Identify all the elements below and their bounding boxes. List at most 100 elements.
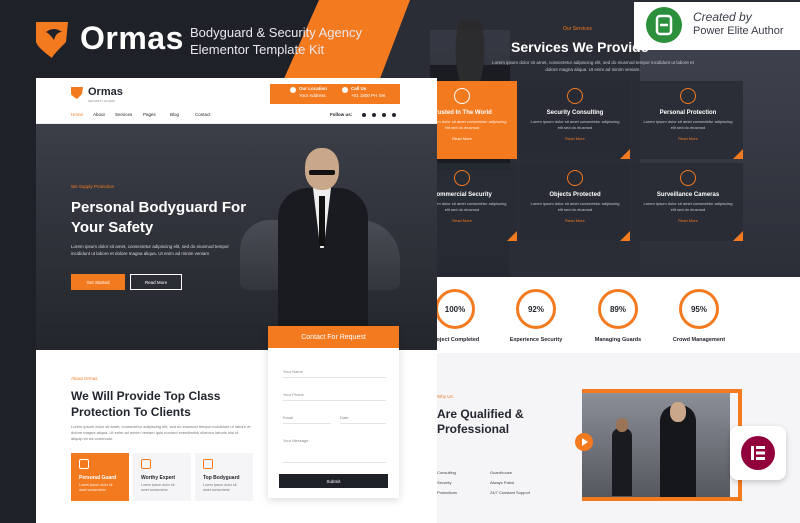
service-card-desc: Lorem ipsum dolor sit amet consectetur a… (643, 201, 733, 212)
guard-figure-small (612, 428, 632, 496)
feature-card-worthy-expert[interactable]: Worthy Expert Lorem ipsum dolor sit amet… (133, 453, 191, 501)
feature-card-top-bodyguard[interactable]: Top Bodyguard Lorem ipsum dolor sit amet… (195, 453, 253, 501)
shield-logo-icon (36, 22, 68, 58)
location-icon (290, 87, 296, 93)
feature-title: Worthy Expert (141, 475, 176, 481)
nav-item-pages[interactable]: Pages (143, 112, 156, 117)
bodyguards-photo (582, 393, 730, 497)
get-started-button[interactable]: Get Started (71, 274, 125, 290)
feature-title: Top Bodyguard (203, 475, 240, 481)
message-field[interactable]: Your Message (283, 435, 386, 463)
location-label: Our Location (299, 86, 327, 91)
qualified-list-item: Consulting (437, 470, 456, 475)
expert-icon (141, 459, 151, 469)
service-read-more-link[interactable]: Read More (520, 218, 630, 223)
guard-icon (79, 459, 89, 469)
card-corner-accent (507, 149, 517, 159)
badge-created-by: Created by (693, 10, 752, 24)
read-more-button[interactable]: Read More (130, 274, 182, 290)
phone-field[interactable]: Your Phone (283, 389, 386, 401)
qualified-list-item: Protections (437, 490, 458, 495)
guard-head-small (616, 418, 628, 432)
progress-ring: 95% (679, 289, 719, 329)
hero-description: Lorem ipsum dolor sit amet, consectetur … (71, 244, 229, 256)
site-logo-text[interactable]: Ormas (88, 86, 123, 98)
sunglasses (309, 170, 335, 175)
hero-eyebrow: We Supply Protection (71, 184, 115, 189)
service-card-desc: Lorem ipsum dolor sit amet consectetur a… (643, 119, 733, 130)
person-badge-icon (680, 88, 696, 104)
qualified-list-item: 24/7 Constant Support (490, 490, 531, 495)
progress-ring: 92% (516, 289, 556, 329)
service-card-consulting[interactable]: Security Consulting Lorem ipsum dolor si… (520, 81, 630, 159)
lock-icon (567, 170, 583, 186)
camera-icon (680, 170, 696, 186)
card-corner-accent (620, 149, 630, 159)
stat-item: 92% Experience Security (506, 289, 566, 343)
about-eyebrow: About Ormas (71, 376, 98, 381)
feature-desc: Lorem ipsum dolor sit amet consectetur (141, 483, 175, 492)
service-card-objects[interactable]: Objects Protected Lorem ipsum dolor sit … (520, 163, 630, 241)
email-field[interactable]: Email (283, 412, 331, 424)
qualified-eyebrow: Why Us (437, 394, 453, 399)
play-icon (582, 438, 588, 446)
service-card-desc: Lorem ipsum dolor sit amet consectetur a… (530, 201, 620, 212)
instagram-icon[interactable] (392, 113, 396, 117)
service-card-title: Surveillance Cameras (656, 192, 720, 198)
services-title: Services We Provide (511, 39, 649, 55)
qualified-list-item: Always Patrol (490, 480, 515, 485)
card-corner-accent (507, 231, 517, 241)
twitter-icon[interactable] (372, 113, 376, 117)
brand-logo-text: Ormas (80, 20, 184, 56)
name-field[interactable]: Your Name (283, 366, 386, 378)
service-read-more-link[interactable]: Read More (633, 136, 743, 141)
nav-item-home[interactable]: Home (71, 112, 83, 117)
services-description: Lorem ipsum dolor sit amet, consectetur … (492, 60, 694, 72)
people-icon (567, 88, 583, 104)
nav-item-contact[interactable]: Contact (195, 112, 211, 117)
facebook-icon[interactable] (362, 113, 366, 117)
service-read-more-link[interactable]: Read More (633, 218, 743, 223)
service-card-title: Security Consulting (546, 110, 604, 116)
progress-ring: 89% (598, 289, 638, 329)
elementor-e-icon (751, 446, 765, 460)
services-eyebrow: Our Services (563, 26, 592, 32)
service-card-desc: Lorem ipsum dolor sit amet consectetur a… (530, 119, 620, 130)
date-field[interactable]: Date (340, 412, 386, 424)
kit-title: Bodyguard & Security Agency Elementor Te… (190, 24, 390, 58)
kit-title-line1: Bodyguard & Security Agency (190, 25, 362, 40)
nav-item-about[interactable]: About (93, 112, 105, 117)
stat-label: Crowd Management (672, 337, 726, 343)
bodyguard-tie (319, 196, 325, 246)
shield-icon (454, 170, 470, 186)
guard-head (670, 402, 686, 422)
site-logo-icon (71, 87, 83, 99)
feature-card-personal-guard[interactable]: Personal Guard Lorem ipsum dolor sit ame… (71, 453, 129, 501)
hero-title: Personal Bodyguard For Your Safety (71, 199, 247, 236)
about-title: We Will Provide Top Class Protection To … (71, 389, 221, 419)
service-card-surveillance[interactable]: Surveillance Cameras Lorem ipsum dolor s… (633, 163, 743, 241)
youtube-icon[interactable] (382, 113, 386, 117)
kit-title-line2: Elementor Template Kit (190, 42, 325, 57)
submit-button[interactable]: Submit (279, 474, 388, 488)
elite-mark-icon (655, 14, 673, 36)
service-card-protection[interactable]: Personal Protection Lorem ipsum dolor si… (633, 81, 743, 159)
call-label: Call Us (351, 86, 367, 91)
nav-item-blog[interactable]: Blog (170, 112, 179, 117)
nav-item-services[interactable]: Services (115, 112, 132, 117)
stat-item: 89% Managing Guards (588, 289, 648, 343)
service-read-more-link[interactable]: Read More (520, 136, 630, 141)
stat-label: Experience Security (509, 337, 563, 343)
qualified-title-line1: Are Qualified & (437, 407, 524, 421)
feature-desc: Lorem ipsum dolor sit amet consectetur (79, 483, 113, 492)
site-logo-subtitle: SECURITY GUARD (88, 99, 115, 103)
card-corner-accent (733, 231, 743, 241)
phone-icon (342, 87, 348, 93)
location-value: Your Address (299, 93, 326, 98)
qualified-title-line2: Professional (437, 422, 510, 436)
stat-item: 95% Crowd Management (669, 289, 729, 343)
thumbs-up-icon (203, 459, 213, 469)
card-corner-accent (733, 149, 743, 159)
globe-icon (454, 88, 470, 104)
about-description: Lorem ipsum dolor sit amet, consectetur … (71, 424, 251, 441)
